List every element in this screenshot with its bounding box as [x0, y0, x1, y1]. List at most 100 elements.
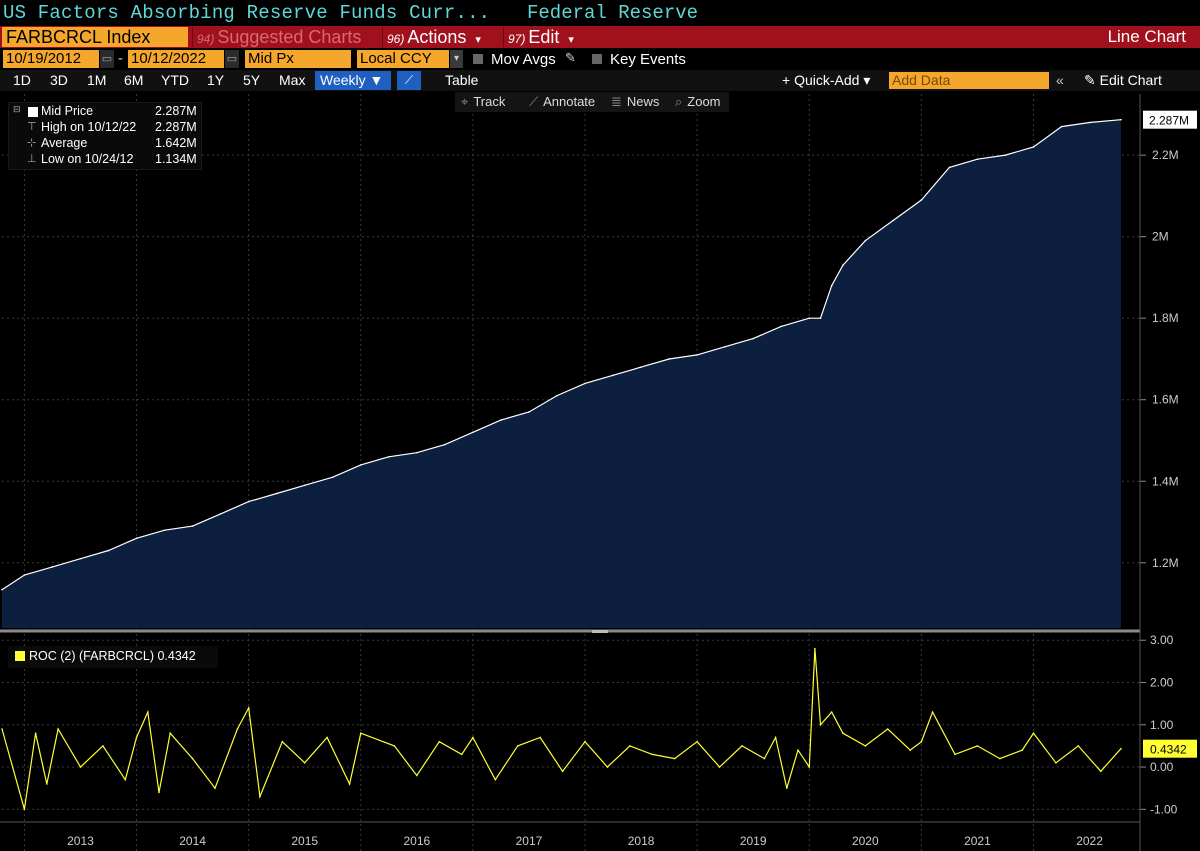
roc-point: [348, 783, 351, 785]
roc-point: [46, 783, 48, 785]
price-y-axis: 1.2M 1.4M 1.6M 1.8M 2M 2.2M: [1140, 148, 1179, 570]
average-marker-icon: ⊹: [27, 137, 37, 149]
price-point: [752, 337, 754, 340]
roc-point: [814, 647, 816, 650]
price-point: [724, 345, 726, 348]
roc-point: [494, 778, 497, 781]
news-tool[interactable]: ≣ News: [611, 94, 659, 110]
collapse-box-icon[interactable]: ⊟: [13, 104, 21, 115]
price-point: [500, 419, 502, 421]
annotate-label: Annotate: [543, 94, 596, 109]
chart-tools: ⌖ Track ⟋ Annotate ≣ News ⌕ Zoom: [455, 92, 729, 112]
divider-handle: [592, 630, 608, 633]
x-tick-label: 2021: [964, 834, 991, 848]
price-point: [864, 239, 867, 242]
legend-mid-price: ⊟ Mid Price 2.287M: [9, 104, 203, 120]
zoom-tool[interactable]: ⌕ Zoom: [675, 94, 721, 110]
legend-label: Mid Price: [41, 104, 94, 118]
roc-point: [999, 757, 1001, 760]
roc-point: [281, 740, 284, 743]
price-point: [920, 199, 923, 201]
price-point: [416, 451, 418, 454]
legend-label: Low on 10/24/12: [41, 152, 134, 166]
roc-point: [808, 766, 811, 768]
roc-points: [1, 647, 1122, 811]
x-tick-label: 2016: [403, 834, 430, 848]
roc-y-tick-label: 0.00: [1150, 760, 1174, 774]
roc-point: [326, 736, 328, 739]
roc-point: [516, 745, 519, 747]
price-point: [612, 374, 614, 377]
roc-point: [23, 808, 26, 811]
price-point: [1004, 154, 1007, 156]
roc-point: [438, 740, 441, 743]
price-point: [556, 394, 558, 397]
roc-point: [158, 791, 160, 794]
price-point: [275, 492, 278, 495]
roc-point: [247, 707, 250, 709]
roc-point: [830, 711, 833, 713]
roc-point: [606, 766, 609, 768]
roc-point: [786, 787, 788, 789]
roc-point: [954, 753, 956, 756]
roc-point: [909, 749, 911, 751]
roc-point: [1055, 762, 1057, 764]
crosshair-icon: ⌖: [461, 94, 469, 109]
roc-point: [57, 728, 59, 730]
legend-label: High on 10/12/22: [41, 120, 137, 134]
legend-value: 2.287M: [155, 104, 197, 118]
price-point: [976, 158, 979, 161]
roc-point: [673, 757, 676, 760]
price-point: [780, 325, 783, 328]
price-y-tick-label: 1.4M: [1152, 474, 1179, 488]
track-tool[interactable]: ⌖ Track: [461, 94, 505, 110]
roc-point: [920, 740, 923, 743]
price-point: [191, 525, 194, 527]
roc-point: [1032, 732, 1035, 735]
x-tick-label: 2013: [67, 834, 94, 848]
roc-y-tick-label: 3.00: [1150, 633, 1174, 647]
price-point: [472, 431, 474, 434]
roc-point: [1120, 747, 1122, 750]
roc-point: [718, 766, 721, 768]
legend-low: ⊥ Low on 10/24/12 1.134M: [9, 152, 203, 168]
price-point: [1032, 146, 1035, 148]
price-point: [528, 411, 530, 413]
price-point: [247, 500, 250, 503]
roc-point: [886, 728, 889, 730]
legend-average: ⊹ Average 1.642M: [9, 136, 203, 152]
roc-point: [797, 749, 799, 751]
price-point: [388, 455, 390, 458]
roc-point: [584, 740, 586, 743]
legend-value: 2.287M: [155, 120, 197, 134]
price-point: [219, 513, 222, 515]
price-y-tick-label: 1.2M: [1152, 556, 1179, 570]
roc-point: [34, 732, 37, 735]
roc-point: [169, 732, 171, 735]
roc-point: [393, 745, 396, 747]
price-point: [640, 366, 642, 368]
roc-swatch: [15, 651, 25, 661]
roc-point: [629, 745, 631, 747]
price-point: [359, 464, 362, 466]
series-swatch: [28, 107, 38, 117]
roc-point: [460, 753, 463, 756]
roc-point: [1077, 745, 1080, 747]
roc-point: [359, 732, 362, 735]
legend-high: ⊤ High on 10/12/22 2.287M: [9, 120, 203, 136]
roc-y-axis: -1.00 0.00 1.00 2.00 3.00: [1140, 633, 1178, 816]
price-point: [163, 529, 166, 531]
roc-point: [931, 711, 934, 713]
last-value-labels: 2.287M 0.4342: [1143, 110, 1197, 758]
annotate-tool[interactable]: ⟋ Annotate: [529, 94, 595, 110]
x-tick-label: 2015: [291, 834, 318, 848]
roc-point: [763, 757, 766, 760]
roc-point: [416, 774, 418, 777]
roc-point: [774, 736, 777, 739]
roc-point: [1099, 770, 1102, 773]
roc-point: [102, 745, 104, 747]
roc-point: [696, 740, 698, 743]
roc-y-tick-label: 2.00: [1150, 676, 1174, 690]
roc-point: [124, 778, 127, 781]
roc-point: [561, 770, 564, 773]
